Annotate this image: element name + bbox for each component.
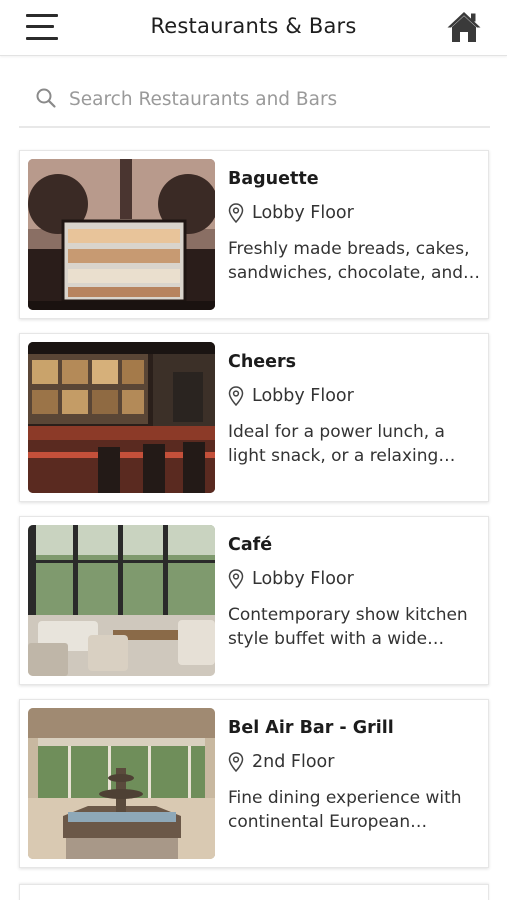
search-bar: [19, 76, 490, 128]
venue-photo: [28, 708, 215, 859]
venue-card-bel-air-bar-grill[interactable]: Bel Air Bar - Grill 2nd Floor Fine dinin…: [19, 699, 489, 868]
search-icon: [36, 88, 56, 108]
venue-floor: 2nd Floor: [252, 752, 335, 772]
venue-floor: Lobby Floor: [252, 203, 354, 223]
venue-floor: Lobby Floor: [252, 569, 354, 589]
venue-description: Contemporary show kitchen style buffet w…: [228, 605, 468, 649]
venue-photo: [28, 342, 215, 493]
location-pin-icon: [228, 386, 244, 406]
location-pin-icon: [228, 203, 244, 223]
venue-floor: Lobby Floor: [252, 386, 354, 406]
venue-name: Bel Air Bar - Grill: [228, 718, 394, 738]
venue-card-baguette[interactable]: Baguette Lobby Floor Freshly made breads…: [19, 150, 489, 319]
page-title: Restaurants & Bars: [150, 14, 357, 38]
venue-name: Café: [228, 535, 273, 555]
venue-description: Fine dining experience with continental …: [228, 788, 462, 832]
location-pin-icon: [228, 752, 244, 772]
venue-card-next-partial[interactable]: [19, 884, 489, 900]
venue-card-cafe[interactable]: Café Lobby Floor Contemporary show kitch…: [19, 516, 489, 685]
location-pin-icon: [228, 569, 244, 589]
venue-photo: [28, 159, 215, 310]
venue-photo: [28, 525, 215, 676]
venue-name: Cheers: [228, 352, 297, 372]
home-icon[interactable]: [446, 10, 482, 44]
top-bar: Restaurants & Bars: [0, 0, 507, 56]
venue-card-cheers[interactable]: Cheers Lobby Floor Ideal for a power lun…: [19, 333, 489, 502]
venue-description: Ideal for a power lunch, a light snack, …: [228, 422, 445, 466]
search-input[interactable]: [69, 82, 469, 116]
app-screen: Restaurants & Bars Search Restaurants an…: [0, 0, 507, 900]
venue-description: Freshly made breads, cakes, sandwiches, …: [228, 239, 470, 283]
venue-name: Baguette: [228, 169, 319, 189]
